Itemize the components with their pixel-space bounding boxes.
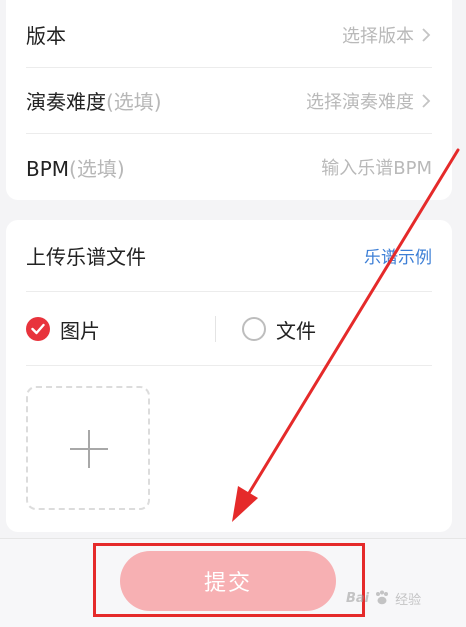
version-label: 版本 [26,24,66,48]
version-row[interactable]: 版本 选择版本 [26,2,432,68]
type-option-image-label: 图片 [60,318,100,343]
bpm-placeholder: 输入乐谱BPM [321,158,432,179]
chevron-right-icon [422,27,431,42]
type-option-file-label: 文件 [276,318,316,343]
difficulty-placeholder: 选择演奏难度 [306,91,414,113]
type-option-image[interactable]: 图片 [26,292,100,366]
watermark-suffix: 经验 [395,592,422,608]
upload-title: 上传乐谱文件 [26,245,146,269]
watermark-brand: Bai [346,590,370,606]
type-option-file[interactable]: 文件 [242,292,316,366]
difficulty-label: 演奏难度(选填) [26,90,162,114]
watermark: Bai 经验 [346,578,458,618]
difficulty-select[interactable]: 选择演奏难度 [306,88,432,114]
bpm-label: BPM(选填) [26,156,125,181]
bpm-row[interactable]: BPM(选填) 输入乐谱BPM [26,134,432,200]
form-card: 版本 选择版本 演奏难度(选填) 选择演奏难度 BPM(选填) 输入乐谱BPM [6,0,452,200]
score-example-link[interactable]: 乐谱示例 [364,243,432,268]
add-image-button[interactable] [26,386,150,510]
paw-icon [376,590,389,605]
type-divider [215,316,216,342]
chevron-right-icon [422,93,431,108]
radio-unchecked-icon[interactable] [242,317,266,341]
submit-button[interactable]: 提交 [120,551,336,611]
radio-checked-icon[interactable] [26,317,50,341]
upload-type-selector: 图片 文件 [26,292,432,366]
bpm-input[interactable]: 输入乐谱BPM [321,154,432,180]
upload-header: 上传乐谱文件 乐谱示例 [26,220,432,292]
version-placeholder: 选择版本 [342,25,414,47]
upload-card: 上传乐谱文件 乐谱示例 图片 文件 [6,220,452,532]
version-select[interactable]: 选择版本 [342,22,432,48]
difficulty-row[interactable]: 演奏难度(选填) 选择演奏难度 [26,68,432,134]
